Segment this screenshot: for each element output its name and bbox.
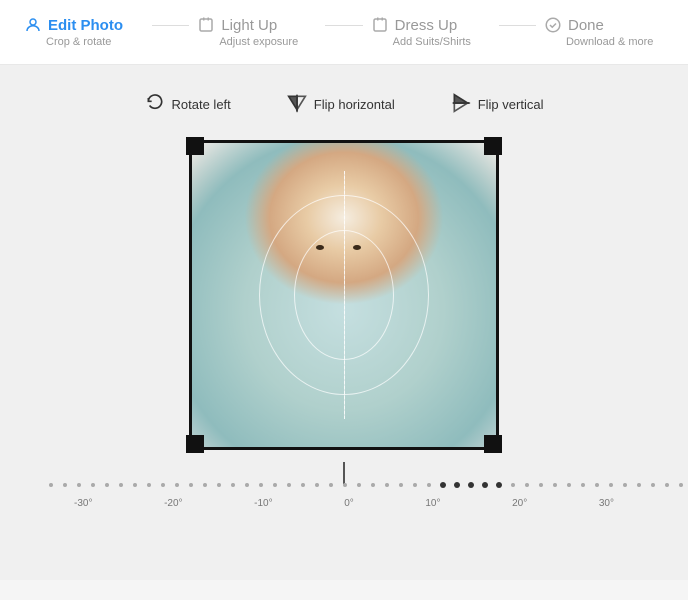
ruler-dot [175,483,179,487]
ruler-dot [525,483,529,487]
ruler-dot [413,483,417,487]
flip-vertical-button[interactable]: Flip vertical [443,89,552,120]
ruler-label-20: 20° [512,498,527,509]
ruler-dot [623,483,627,487]
crop-handle-tl[interactable] [186,137,204,155]
ruler-dot [371,483,375,487]
ruler-dot [231,483,235,487]
step-divider-1 [152,25,189,26]
step-edit-photo-subtitle: Crop & rotate [24,36,111,48]
step-dress-up-title: Dress Up [395,17,458,34]
rotate-left-button[interactable]: Rotate left [137,89,239,120]
done-icon [544,16,562,34]
crop-handle-br[interactable] [484,435,502,453]
photo-crop-area[interactable] [189,140,499,450]
crop-frame [189,140,499,450]
ruler-dot [63,483,67,487]
ruler-dot [161,483,165,487]
ruler-dot [91,483,95,487]
ruler-dot [119,483,123,487]
ruler-dot [259,483,263,487]
ruler-label-minus10: -10° [254,498,272,509]
main-content: Rotate left Flip horizontal Flip ver [0,65,688,580]
step-done-subtitle: Download & more [544,36,653,48]
ruler-dot [609,483,613,487]
step-light-up-title: Light Up [221,17,277,34]
flip-vertical-label: Flip vertical [478,97,544,112]
person-icon [24,16,42,34]
ruler-label-10: 10° [425,498,440,509]
flip-v-icon [451,93,471,116]
ruler-dots-row [44,476,644,494]
ruler-dot [539,483,543,487]
ruler-dot [217,483,221,487]
ruler-dot [343,483,347,487]
step-dress-up-subtitle: Add Suits/Shirts [371,36,471,48]
ruler-dot [651,483,655,487]
flip-horizontal-button[interactable]: Flip horizontal [279,89,403,120]
ruler-dot [427,483,431,487]
ruler-label-minus20: -20° [164,498,182,509]
ruler-dot [679,483,683,487]
ruler-dot [595,483,599,487]
ruler-dot [189,483,193,487]
ruler-label-0: 0° [344,498,354,509]
step-done-title: Done [568,17,604,34]
step-edit-photo-title: Edit Photo [48,17,123,34]
ruler-dot [496,482,502,488]
ruler-dot [77,483,81,487]
step-light-up-subtitle: Adjust exposure [197,36,298,48]
rotate-left-icon [145,93,165,116]
ruler-dot [329,483,333,487]
ruler-dot [49,483,53,487]
ruler-labels: -30° -20° -10° 0° 10° 20° 30° [74,498,614,509]
ruler-dot [567,483,571,487]
rotate-left-label: Rotate left [172,97,231,112]
ruler-dot [399,483,403,487]
ruler-dot [315,483,319,487]
ruler-dot [665,483,669,487]
crop-handle-tr[interactable] [484,137,502,155]
ruler-dot [454,482,460,488]
step-dress-up[interactable]: Dress Up Add Suits/Shirts [371,16,491,48]
ruler-dot [287,483,291,487]
step-divider-3 [499,25,536,26]
ruler-dot [133,483,137,487]
ruler-dot [440,482,446,488]
flip-horizontal-label: Flip horizontal [314,97,395,112]
rotation-ruler[interactable]: -30° -20° -10° 0° 10° 20° 30° [44,462,644,509]
step-light-up[interactable]: Light Up Adjust exposure [197,16,317,48]
step-done[interactable]: Done Download & more [544,16,664,48]
shirt-icon [371,16,389,34]
ruler-dot [553,483,557,487]
ruler-dot [385,483,389,487]
step-edit-photo[interactable]: Edit Photo Crop & rotate [24,16,144,48]
ruler-label-minus30: -30° [74,498,92,509]
toolbar: Rotate left Flip horizontal Flip ver [137,89,552,120]
ruler-dot [581,483,585,487]
steps-bar: Edit Photo Crop & rotate Light Up Adjust… [0,0,688,65]
ruler-dot [147,483,151,487]
ruler-dot [357,483,361,487]
sun-icon [197,16,215,34]
ruler-dot [203,483,207,487]
step-divider-2 [325,25,362,26]
ruler-dot [468,482,474,488]
ruler-dot [105,483,109,487]
ruler-dot [301,483,305,487]
crop-handle-bl[interactable] [186,435,204,453]
ruler-dot [273,483,277,487]
ruler-dot [245,483,249,487]
ruler-label-30: 30° [599,498,614,509]
ruler-dot [637,483,641,487]
flip-h-icon [287,93,307,116]
ruler-dot [511,483,515,487]
ruler-dot [482,482,488,488]
